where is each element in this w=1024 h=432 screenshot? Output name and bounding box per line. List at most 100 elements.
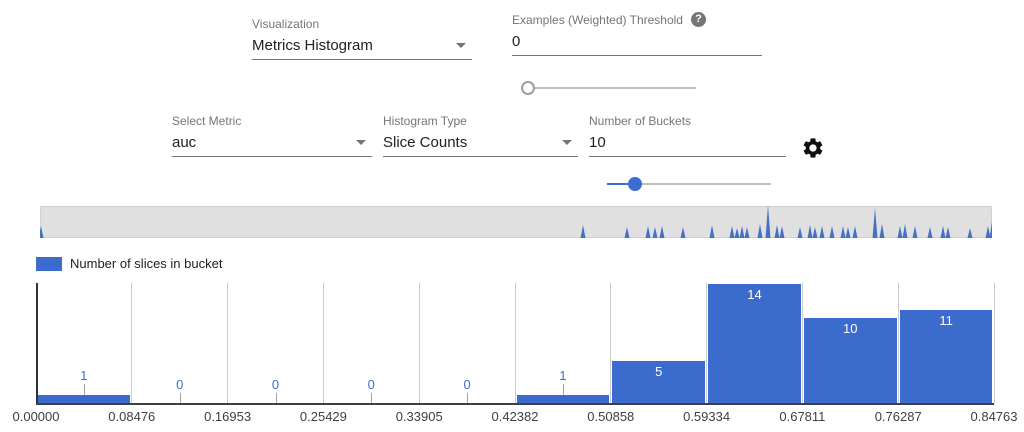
settings-gear-icon[interactable] [801,136,825,160]
x-axis-tick-label: 0.42382 [492,409,539,424]
threshold-input[interactable] [512,29,762,55]
x-axis-tick-label: 0.00000 [13,409,60,424]
threshold-label: Examples (Weighted) Threshold [512,12,762,28]
metric-value-spike [986,226,991,238]
chevron-down-icon[interactable] [562,140,572,145]
chevron-down-icon[interactable] [456,43,466,48]
x-axis-tick-label: 0.50858 [587,409,634,424]
histogram-type-selected-value: Slice Counts [383,134,467,151]
metric-value-spike [780,226,785,238]
metric-selected-value: auc [172,134,196,151]
metric-value-spike [903,224,908,238]
metric-value-spike [766,205,771,238]
metric-value-spike [820,226,825,238]
x-axis-tick-label: 0.25429 [300,409,347,424]
num-buckets-field: Number of Buckets [589,113,786,157]
x-axis-line [36,403,994,405]
x-axis-tick-label: 0.08476 [108,409,155,424]
x-axis-labels: 0.000000.084760.169530.254290.339050.423… [36,409,994,425]
y-axis-line [36,283,38,404]
bar-value-label: 0 [228,377,324,392]
metric-value-spike [913,226,918,238]
metric-value-spike [730,226,735,238]
chart-legend: Number of slices in bucket [36,256,222,271]
metric-value-spike [740,226,745,238]
metric-value-spike [846,227,851,238]
num-buckets-slider[interactable] [600,177,778,191]
legend-label: Number of slices in bucket [70,256,222,271]
histogram-type-label: Histogram Type [383,113,578,129]
x-axis-tick-label: 0.16953 [204,409,251,424]
bar-value-label: 10 [802,321,898,336]
metric-value-spike [841,226,846,238]
metric-value-spike [710,225,715,238]
chevron-down-icon[interactable] [356,140,366,145]
tfma-metrics-histogram-view: Visualization Metrics Histogram Examples… [0,0,1024,432]
metric-value-spike [853,226,858,238]
metric-value-spike [40,226,44,238]
visualization-label: Visualization [252,16,472,32]
slider-thumb[interactable] [628,177,642,191]
x-axis-tick-label: 0.59334 [683,409,730,424]
bar-value-label: 14 [707,287,803,302]
gridline [994,283,995,404]
metric-value-spike [581,225,586,238]
x-axis-tick-label: 0.76287 [875,409,922,424]
bar-value-label: 1 [515,368,611,383]
x-axis-tick-label: 0.33905 [396,409,443,424]
metric-value-spike [968,228,973,238]
metric-label: Select Metric [172,113,372,129]
metric-value-spike [745,227,750,238]
metric-overview-spikes [40,196,992,238]
num-buckets-input-wrap [589,129,786,157]
bar-value-label: 11 [898,313,994,328]
x-axis-tick-label: 0.84763 [971,409,1018,424]
histogram-type-field: Histogram Type Slice Counts [383,113,578,157]
metric-value-spike [898,226,903,238]
num-buckets-input[interactable] [589,130,786,156]
x-axis-tick-label: 0.67811 [779,409,825,424]
metric-value-spike [946,227,951,238]
bar-value-label: 1 [36,368,132,383]
histogram-bar [708,284,801,404]
metric-value-spike [775,225,780,238]
metric-value-spike [646,226,651,238]
metric-value-spike [735,228,740,238]
bar-value-label: 0 [323,377,419,392]
metric-value-spike [681,227,686,238]
metric-value-spike [660,226,665,238]
gridline [898,283,899,404]
histogram-type-select[interactable]: Slice Counts [383,129,578,157]
slice-counts-histogram: 1000015141011 [36,283,994,404]
threshold-field: Examples (Weighted) Threshold [512,12,762,56]
slider-thumb[interactable] [521,81,535,95]
metric-value-spike [758,224,763,238]
metric-value-spike [813,227,818,238]
metric-value-spike [808,225,813,238]
visualization-select[interactable]: Metrics Histogram [252,32,472,60]
metric-value-spike [928,227,933,238]
gridline [610,283,611,404]
bar-value-label: 0 [132,377,228,392]
bar-value-label: 0 [419,377,515,392]
slider-track[interactable] [528,87,696,89]
metric-value-spike [625,227,630,238]
legend-swatch [36,257,62,271]
help-icon[interactable]: ? [691,12,706,27]
bar-value-label: 5 [611,364,707,379]
num-buckets-label: Number of Buckets [589,113,786,129]
visualization-selected-value: Metrics Histogram [252,37,373,54]
metric-select[interactable]: auc [172,129,372,157]
metric-value-spike [873,208,878,238]
metric-value-spike [798,227,803,238]
label-stem [84,384,85,395]
metric-value-spike [653,227,658,238]
metric-value-spike [880,224,885,238]
threshold-slider[interactable] [521,81,703,95]
metric-value-spike [830,226,835,238]
metric-value-spike [990,222,993,238]
visualization-field: Visualization Metrics Histogram [252,16,472,60]
threshold-input-wrap [512,28,762,56]
metric-value-spike [941,226,946,238]
metric-field: Select Metric auc [172,113,372,157]
